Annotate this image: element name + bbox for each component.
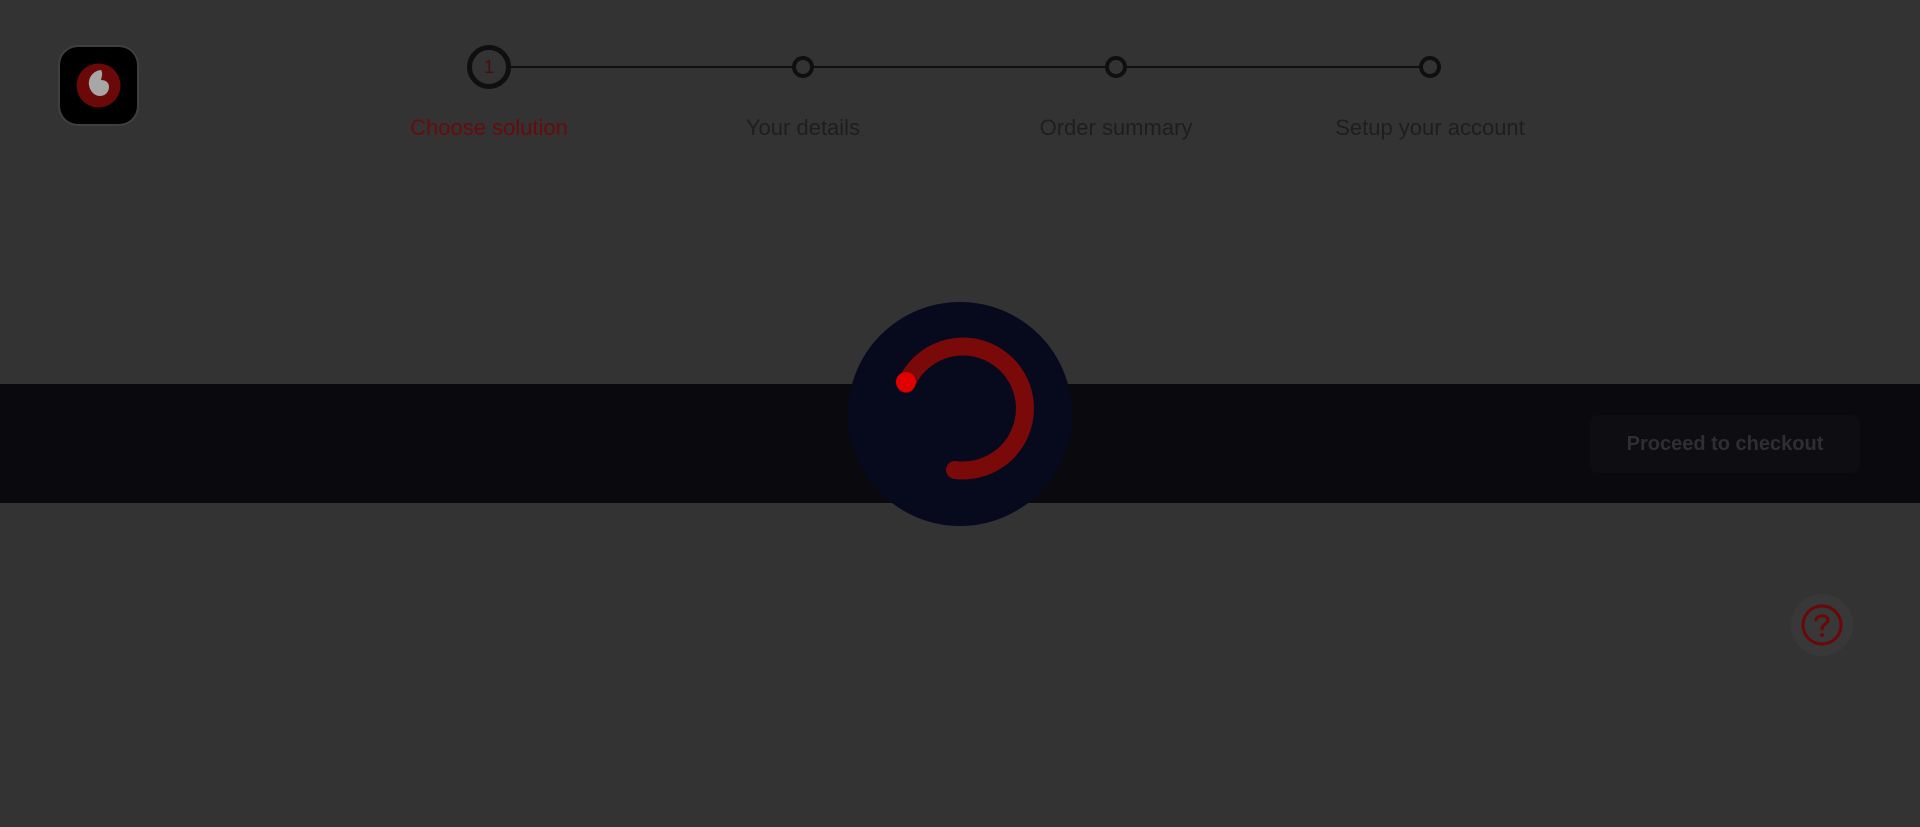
step-1-number: 1	[483, 57, 494, 77]
loading-spinner	[848, 302, 1072, 526]
step-3-label[interactable]: Order summary	[986, 115, 1246, 141]
help-button[interactable]	[1791, 594, 1853, 656]
help-question-icon	[1801, 604, 1843, 646]
step-connector	[804, 66, 1106, 68]
step-2-label[interactable]: Your details	[673, 115, 933, 141]
step-connector	[1117, 66, 1419, 68]
page: 1 Choose solution Your details Order sum…	[0, 0, 1920, 827]
step-2-indicator[interactable]	[792, 56, 814, 78]
step-4-label[interactable]: Setup your account	[1300, 115, 1560, 141]
step-1-indicator[interactable]: 1	[467, 45, 511, 89]
step-connector	[509, 66, 793, 68]
step-4-indicator[interactable]	[1419, 56, 1441, 78]
loading-spinner-icon	[848, 302, 1072, 526]
step-3-indicator[interactable]	[1105, 56, 1127, 78]
step-1-label[interactable]: Choose solution	[359, 115, 619, 141]
proceed-to-checkout-button[interactable]: Proceed to checkout	[1590, 415, 1860, 473]
checkout-stepper: 1 Choose solution Your details Order sum…	[0, 0, 1920, 160]
